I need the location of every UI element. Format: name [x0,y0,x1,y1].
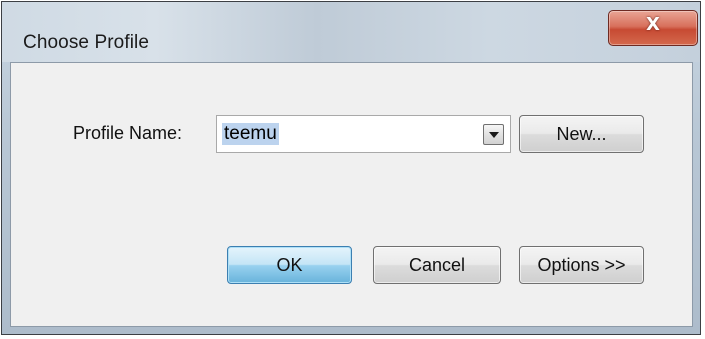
options-button[interactable]: Options >> [519,246,644,284]
title-bar[interactable]: Choose Profile X [2,2,700,62]
profile-name-value[interactable]: teemu [222,123,279,145]
ok-button[interactable]: OK [227,246,352,284]
cancel-button[interactable]: Cancel [373,246,501,284]
close-icon: X [646,14,660,35]
dialog-body: Profile Name: teemu New... OK Cancel Opt… [10,62,693,327]
choose-profile-dialog: Choose Profile X Profile Name: teemu New… [1,1,701,335]
window-title: Choose Profile [23,32,150,53]
close-button[interactable]: X [608,10,698,46]
new-profile-button[interactable]: New... [519,115,644,153]
chevron-down-icon[interactable] [483,124,504,145]
profile-name-combobox[interactable]: teemu [216,115,511,153]
profile-name-label: Profile Name: [73,123,183,143]
